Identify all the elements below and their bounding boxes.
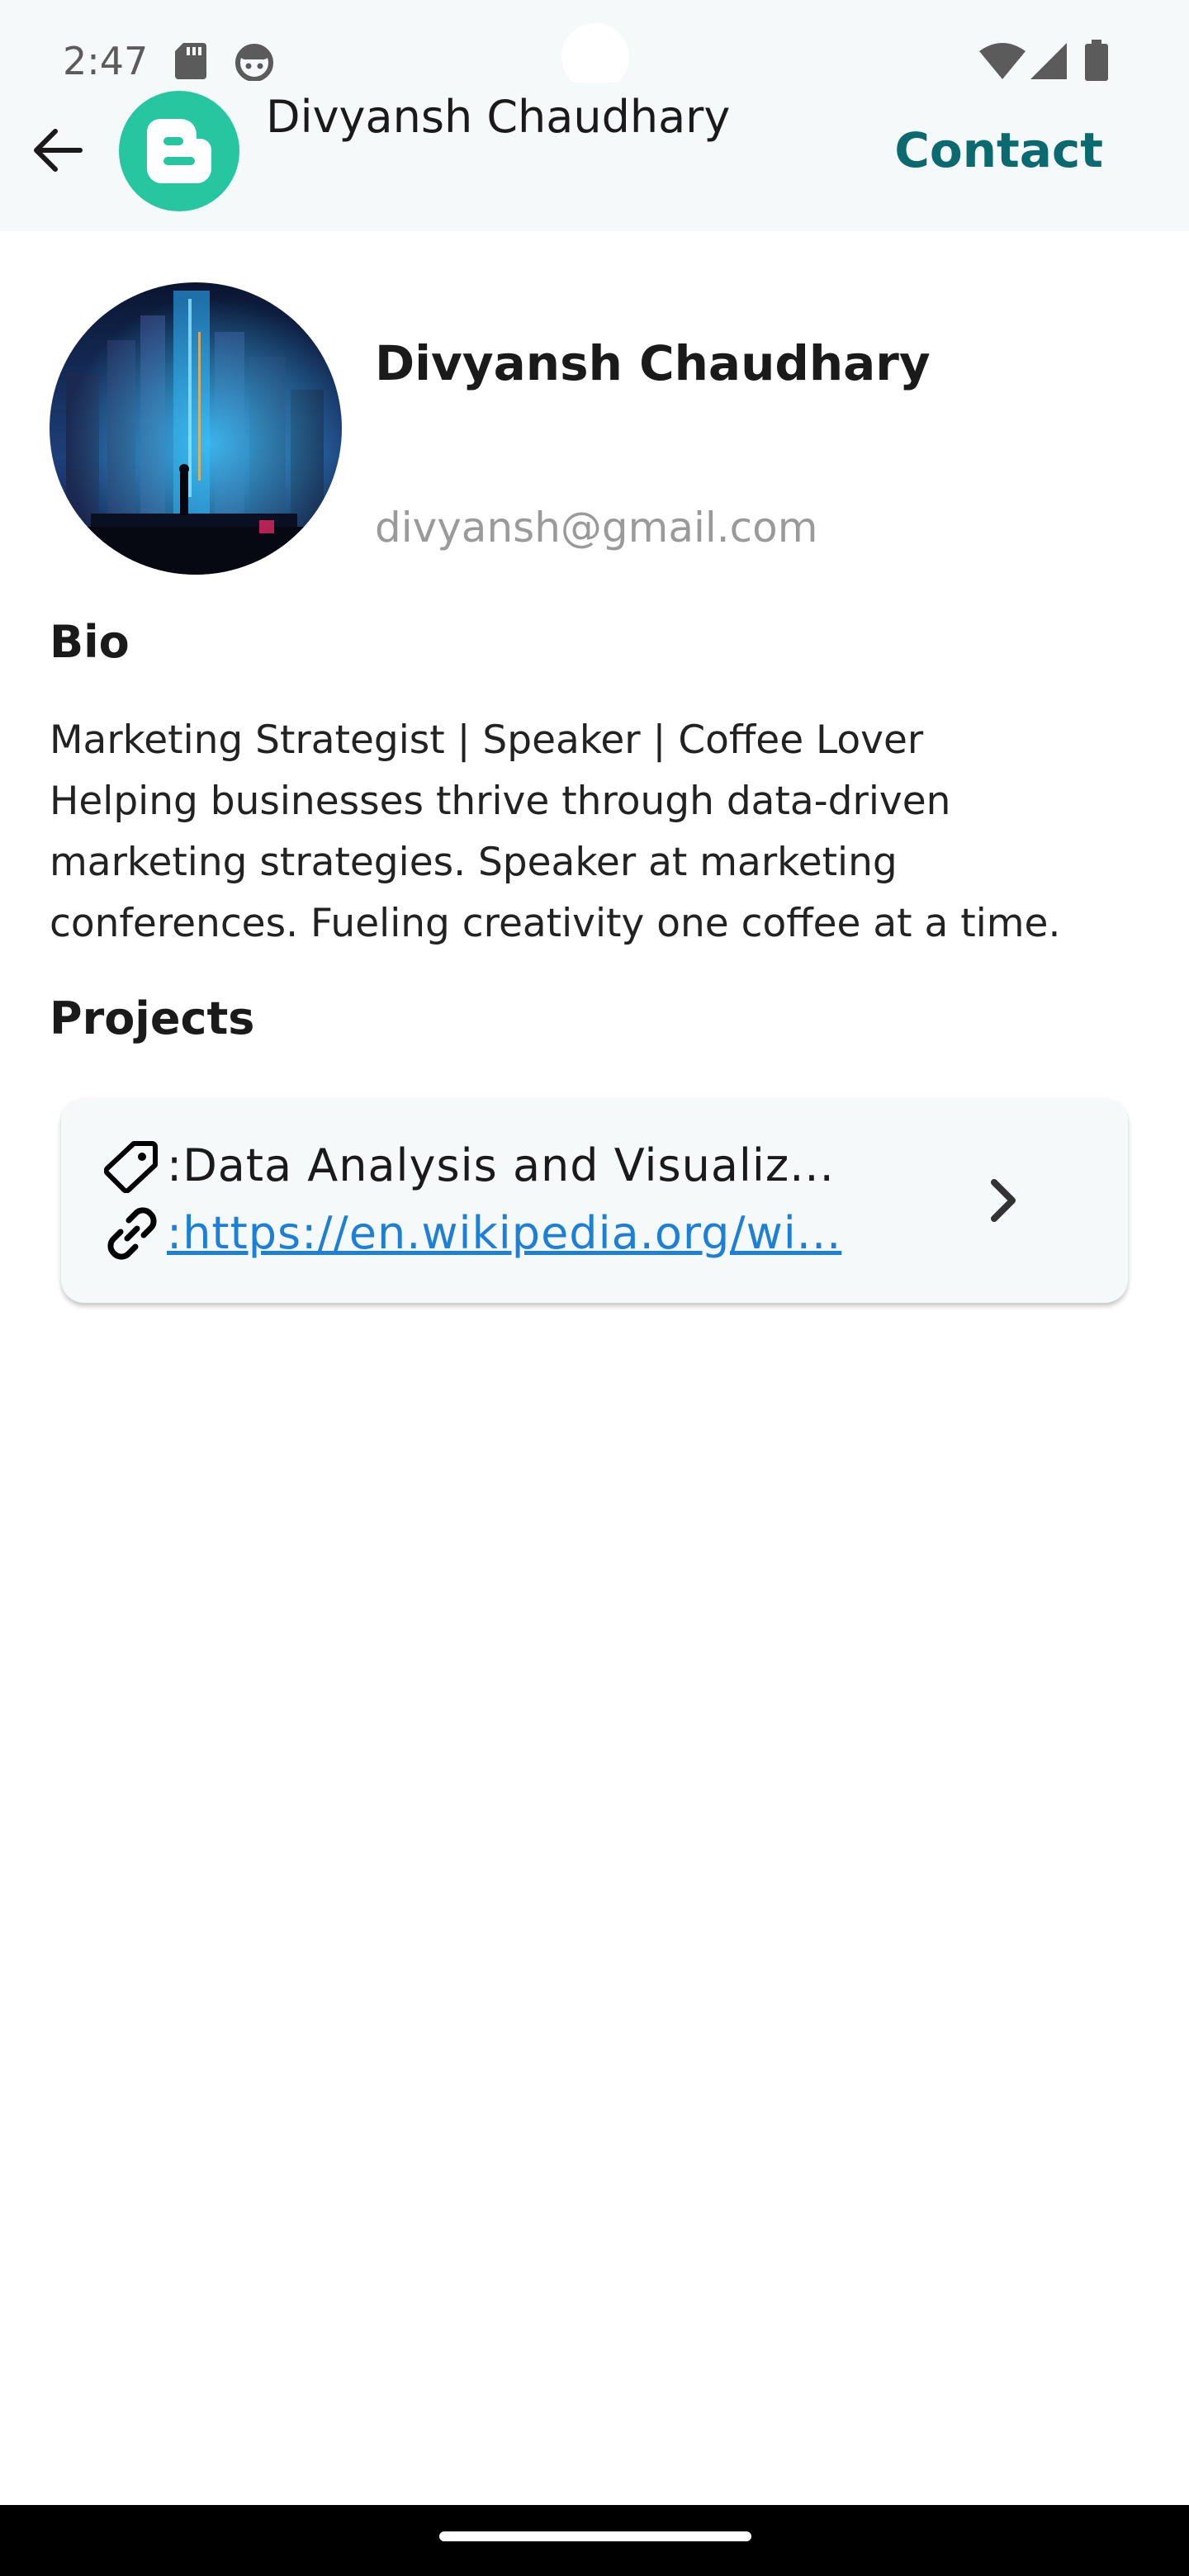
profile-email: divyansh@gmail.com <box>375 504 818 552</box>
avatar <box>50 282 342 575</box>
status-time: 2:47 <box>63 39 149 83</box>
back-button[interactable] <box>25 117 91 183</box>
wifi-icon <box>979 43 1026 83</box>
project-link[interactable]: :https://en.wikipedia.org/wi... <box>167 1202 841 1265</box>
contact-button[interactable]: Contact <box>894 117 1103 183</box>
project-link-row: :https://en.wikipedia.org/wi... <box>104 1200 841 1267</box>
app-bar: Divyansh Chaudhary Contact <box>0 83 1189 231</box>
arrow-back-icon <box>34 129 83 172</box>
system-nav-bar <box>0 2505 1189 2576</box>
blogger-logo-icon <box>147 119 211 183</box>
battery-icon <box>1085 40 1108 84</box>
app-bar-title: Divyansh Chaudhary <box>266 91 731 143</box>
camera-cutout <box>561 23 629 91</box>
project-card[interactable]: :Data Analysis and Visualiz... :https://… <box>61 1098 1128 1303</box>
home-indicator[interactable] <box>439 2531 751 2541</box>
project-name: :Data Analysis and Visualiz... <box>167 1139 835 1191</box>
bio-title: Bio <box>50 616 130 668</box>
profile-name: Divyansh Chaudhary <box>375 335 931 391</box>
app-logo <box>119 91 239 211</box>
projects-title: Projects <box>50 992 255 1044</box>
project-name-row: :Data Analysis and Visualiz... <box>104 1133 835 1199</box>
sd-card-icon <box>175 43 206 83</box>
android-icon <box>234 41 274 84</box>
link-icon <box>104 1202 167 1265</box>
chevron-right-icon[interactable] <box>971 1167 1037 1234</box>
cell-signal-icon <box>1030 43 1067 83</box>
bio-text: Marketing Strategist | Speaker | Coffee … <box>50 717 1061 946</box>
tag-icon <box>104 1134 167 1197</box>
